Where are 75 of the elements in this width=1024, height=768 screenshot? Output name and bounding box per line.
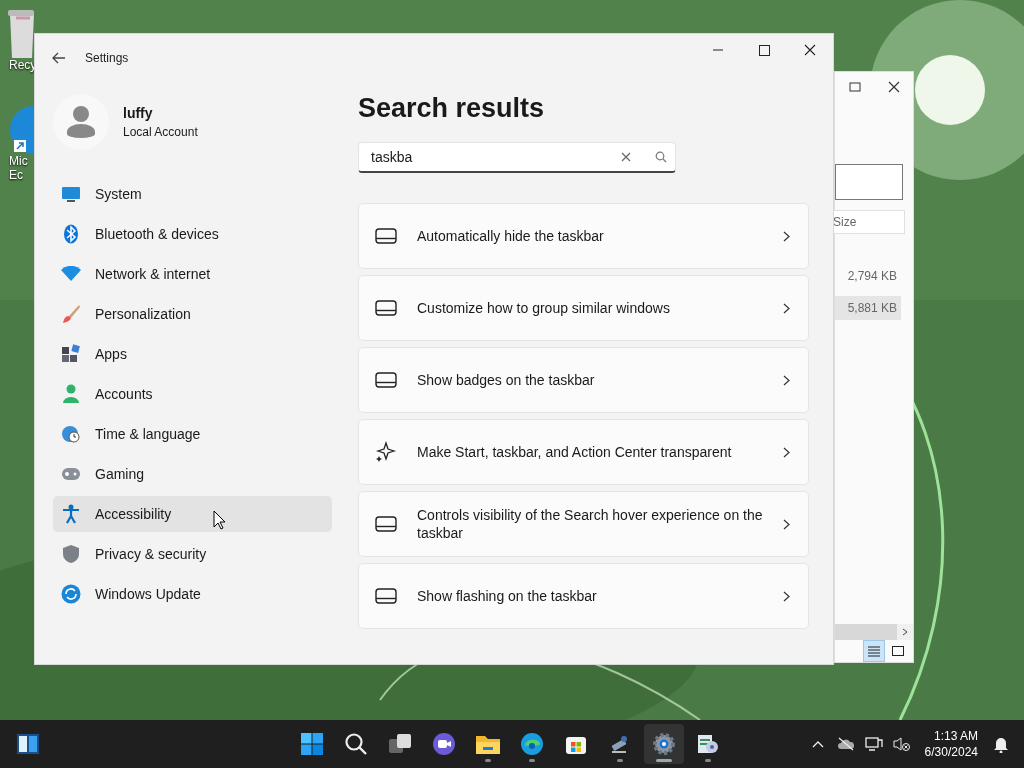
search-result[interactable]: Show flashing on the taskbar <box>358 563 809 629</box>
apps-icon <box>61 344 81 364</box>
chevron-right-icon <box>783 590 790 602</box>
chevron-right-icon <box>783 374 790 386</box>
file-size[interactable]: 5,881 KB <box>835 296 901 320</box>
search-field[interactable]: taskba <box>369 148 621 166</box>
page-heading: Search results <box>358 92 546 124</box>
monitor-icon <box>61 186 81 202</box>
search-box[interactable]: taskba <box>358 142 676 173</box>
installer-icon <box>696 732 720 756</box>
chevron-right-icon <box>783 446 790 458</box>
taskbar-icon <box>375 300 397 316</box>
search-result[interactable]: Controls visibility of the Search hover experience on the taskbar <box>358 491 809 557</box>
clock[interactable]: 1:13 AM 6/30/2024 <box>916 728 986 760</box>
chevron-right-icon <box>783 302 790 314</box>
minimize-icon <box>713 49 723 51</box>
accessibility-icon <box>62 504 80 524</box>
search-icon <box>344 732 368 756</box>
close-icon <box>887 81 900 93</box>
nav-item[interactable]: Accessibility <box>53 496 332 532</box>
list-icon <box>867 645 881 657</box>
search-icon[interactable] <box>655 151 667 163</box>
nav-item[interactable]: Network & internet <box>53 256 332 292</box>
taskbar-icon <box>375 588 397 604</box>
maximize-icon <box>848 82 861 92</box>
nav-item[interactable]: Bluetooth & devices <box>53 216 332 252</box>
update-icon <box>61 584 81 604</box>
taskbar-icon <box>375 372 397 388</box>
globe-clock-icon <box>61 424 81 444</box>
search-result[interactable]: Customize how to group similar windows <box>358 275 809 341</box>
window-title: Settings <box>85 51 129 65</box>
windows-logo-icon <box>300 732 324 756</box>
widgets-icon <box>16 732 40 756</box>
search-result[interactable]: Make Start, taskbar, and Action Center transparent <box>358 419 809 485</box>
nav-item[interactable]: Time & language <box>53 416 332 452</box>
nav-item[interactable]: Windows Update <box>53 576 332 612</box>
nav-item[interactable]: Privacy & security <box>53 536 332 572</box>
video-chat-icon <box>432 732 456 756</box>
nav-item[interactable]: Apps <box>53 336 332 372</box>
gamepad-icon <box>61 467 81 481</box>
back-arrow-icon <box>52 52 66 64</box>
taskbar-icon <box>375 228 397 244</box>
desktop-icon-label: Mic <box>8 154 28 168</box>
nav-item[interactable]: Accounts <box>53 376 332 412</box>
taskbar-icon <box>375 516 397 532</box>
chevron-right-icon <box>783 230 790 242</box>
file-size[interactable]: 2,794 KB <box>835 264 901 288</box>
search-result[interactable]: Show badges on the taskbar <box>358 347 809 413</box>
account-type: Local Account <box>123 125 198 139</box>
brush-icon <box>61 304 81 324</box>
close-icon <box>804 44 816 56</box>
chevron-right-icon <box>902 628 908 636</box>
search-result[interactable]: Automatically hide the taskbar <box>358 203 809 269</box>
sparkle-icon <box>375 441 397 463</box>
shield-icon <box>62 544 80 564</box>
desktop-icon-label: Ec <box>8 168 23 182</box>
scroll-right-button[interactable] <box>897 624 913 640</box>
column-header[interactable]: Size <box>832 210 905 234</box>
bluetooth-icon <box>63 224 79 244</box>
folder-icon <box>475 733 501 755</box>
clear-icon[interactable] <box>621 152 631 162</box>
chevron-right-icon <box>783 518 790 530</box>
person-icon <box>62 384 80 404</box>
wifi-icon <box>61 266 81 282</box>
user-name: luffy <box>123 105 154 121</box>
nav-item[interactable]: Gaming <box>53 456 332 492</box>
square-icon <box>891 645 905 657</box>
address-field[interactable] <box>835 164 903 200</box>
gear-icon <box>652 732 676 756</box>
task-view-icon <box>388 732 412 756</box>
nav-item[interactable]: Personalization <box>53 296 332 332</box>
nav-item[interactable]: System <box>53 176 332 212</box>
browser-icon <box>520 732 544 756</box>
maximize-icon <box>758 44 770 56</box>
mouse-cursor-icon <box>213 510 226 530</box>
